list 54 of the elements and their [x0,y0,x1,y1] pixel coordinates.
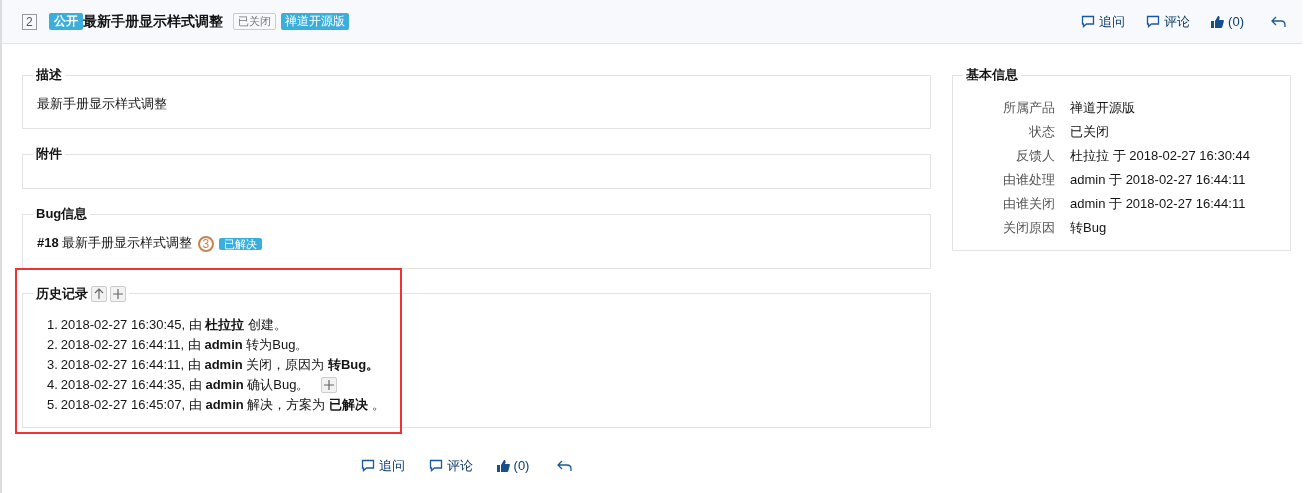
field-value: admin 于 2018-02-27 16:44:11 [1070,196,1246,211]
field-label: 状态 [1029,124,1055,139]
field-value: admin 于 2018-02-27 16:44:11 [1070,172,1246,187]
history-entry: 2018-02-27 16:44:11, 由 admin 转为Bug。 [60,335,309,354]
comment-link[interactable]: 评论 [1146,13,1191,30]
page-title: 最新手册显示样式调整 [82,12,223,31]
entry-number: 2. [47,335,58,354]
history-entry: 2018-02-27 16:44:11, 由 admin 关闭，原因为 转Bug。 [60,355,380,374]
priority-badge: 3 [197,235,214,252]
entry-number: 1. [47,315,58,334]
section-title: Bug信息 [36,205,88,223]
comment-icon [360,459,375,473]
like-button[interactable]: (0) [1211,13,1244,30]
expand-all-button[interactable] [110,285,126,302]
back-arrow-icon[interactable] [1271,15,1286,28]
field-label: 关闭原因 [1003,220,1055,235]
back-arrow-icon[interactable] [557,459,573,472]
thumbs-up-icon [1211,15,1225,28]
comment-link[interactable]: 追问 [1081,13,1126,30]
field-value: 禅道开源版 [1070,100,1135,115]
comment-icon [1081,15,1096,28]
field-label: 由谁处理 [1003,172,1055,187]
public-badge: 公开 [48,13,83,30]
history-entry: 2018-02-27 16:44:35, 由 admin 确认Bug。 [60,375,310,394]
expand-button[interactable] [321,376,338,393]
comment-link[interactable]: 评论 [428,457,473,474]
section-title: 附件 [36,145,62,163]
entry-number: 5. [47,395,58,414]
comment-icon [428,459,443,473]
field-label: 由谁关闭 [1003,196,1055,211]
section-title: 描述 [36,66,62,84]
section-title: 基本信息 [966,66,1018,84]
sort-button[interactable] [91,285,107,302]
description-text: 最新手册显示样式调整 [37,95,168,113]
product-badge: 禅道开源版 [280,13,349,30]
history-entry: 2018-02-27 16:30:45, 由 杜拉拉 创建。 [60,315,288,334]
field-label: 所属产品 [1003,100,1055,115]
bug-id: #18 [37,235,59,250]
entry-number: 3. [47,355,58,374]
status-badge: 已解决 [218,237,262,250]
entry-number: 4. [47,375,58,394]
bug-link[interactable]: 最新手册显示样式调整 [62,235,193,250]
history-entry: 2018-02-27 16:45:07, 由 admin 解决，方案为 已解决 。 [60,395,385,414]
comment-icon [1146,15,1161,28]
section-title: 历史记录 [36,284,88,303]
field-value: 转Bug [1070,220,1107,235]
id-label: 2 [22,13,37,30]
field-value: 已关闭 [1070,124,1109,139]
field-label: 反馈人 [1016,148,1055,163]
status-badge: 已关闭 [232,13,276,30]
thumbs-up-icon [496,459,510,473]
comment-link[interactable]: 追问 [360,457,405,474]
field-value: 杜拉拉 于 2018-02-27 16:30:44 [1070,148,1250,163]
like-button[interactable]: (0) [496,457,530,474]
